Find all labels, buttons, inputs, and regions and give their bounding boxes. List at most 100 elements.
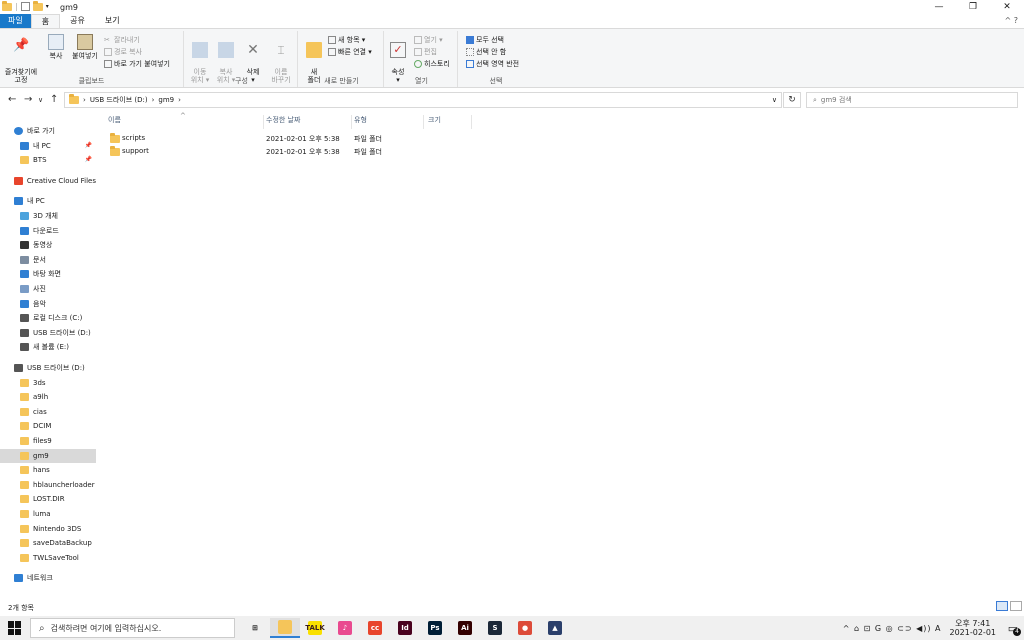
sidebar-item[interactable]: 새 볼륨 (E:) xyxy=(0,340,96,354)
notification-count: 4 xyxy=(1013,628,1021,636)
edit-button[interactable]: 편집 xyxy=(414,47,437,57)
refresh-button[interactable]: ↻ xyxy=(783,92,801,108)
maximize-button[interactable]: ❐ xyxy=(956,0,990,14)
select-none-button[interactable]: 선택 안 함 xyxy=(466,47,506,57)
sidebar-item[interactable]: 내 PC xyxy=(0,194,96,208)
sidebar-item[interactable]: 문서 xyxy=(0,253,96,267)
start-button[interactable] xyxy=(8,621,22,635)
sidebar-item-label: 바탕 화면 xyxy=(33,270,61,279)
open-button[interactable]: 열기 ▾ xyxy=(414,35,443,45)
properties-icon[interactable] xyxy=(20,2,30,11)
history-icon xyxy=(414,60,422,68)
taskbar-app-game-app[interactable]: ▲ xyxy=(540,618,570,638)
column-header-size[interactable]: 크기 xyxy=(428,115,472,129)
taskbar-app-indesign[interactable]: Id xyxy=(390,618,420,638)
taskbar-app-itunes[interactable]: ♪ xyxy=(330,618,360,638)
sidebar-item[interactable]: hans xyxy=(0,463,96,477)
minimize-button[interactable]: — xyxy=(922,0,956,14)
sidebar-item[interactable]: 3D 개체 xyxy=(0,209,96,223)
copy-path-button[interactable]: 경로 복사 xyxy=(104,47,142,57)
file-row[interactable]: scripts 2021-02-01 오후 5:38 파일 폴더 xyxy=(106,132,606,145)
column-header-type[interactable]: 유형 xyxy=(354,115,424,129)
sidebar-item-label: luma xyxy=(33,510,51,518)
clock[interactable]: 오후 7:41 2021-02-01 xyxy=(950,619,997,637)
paste-shortcut-button[interactable]: 바로 가기 붙여넣기 xyxy=(104,59,170,69)
tab-home[interactable]: 홈 xyxy=(30,14,61,28)
sidebar-item-label: hans xyxy=(33,466,50,475)
network-icon xyxy=(14,574,23,583)
select-all-button[interactable]: 모두 선택 xyxy=(466,35,504,45)
notification-center-button[interactable]: ▭ 4 xyxy=(1002,616,1024,640)
taskbar-app-photoshop[interactable]: Ps xyxy=(420,618,450,638)
group-label: 클립보드 xyxy=(78,77,105,85)
address-dropdown-button[interactable]: ∨ xyxy=(772,96,777,104)
new-folder-icon[interactable] xyxy=(32,0,43,11)
sidebar-item[interactable]: saveDataBackup xyxy=(0,536,96,550)
sidebar-item[interactable]: files9 xyxy=(0,434,96,448)
file-row[interactable]: support 2021-02-01 오후 5:38 파일 폴더 xyxy=(106,145,606,158)
taskbar-app-task-view[interactable]: ⊞ xyxy=(240,618,270,638)
usb-drive-icon xyxy=(20,328,29,337)
chevron-down-icon[interactable]: ▾ xyxy=(46,3,49,10)
sidebar-item[interactable]: DCIM xyxy=(0,419,96,433)
breadcrumb-usb-drive[interactable]: USB 드라이브 (D:) xyxy=(90,95,148,105)
sidebar-item[interactable]: 네트워크 xyxy=(0,571,96,585)
sidebar-item-label: 문서 xyxy=(33,255,46,264)
taskbar-app-steam[interactable]: S xyxy=(480,618,510,638)
sidebar-item[interactable]: 음악 xyxy=(0,297,96,311)
easy-access-button[interactable]: 빠른 연결 ▾ xyxy=(328,47,372,57)
back-button[interactable]: ← xyxy=(8,94,16,105)
taskbar-app-file-explorer[interactable] xyxy=(270,618,300,638)
large-icons-view-button[interactable] xyxy=(1010,601,1022,611)
sidebar-item[interactable]: LOST.DIR xyxy=(0,492,96,506)
column-header-name[interactable]: 이름 ^ xyxy=(108,112,264,129)
sidebar-item[interactable]: 다운로드 xyxy=(0,224,96,238)
sidebar-item[interactable]: hblauncherloader xyxy=(0,478,96,492)
forward-button[interactable]: → xyxy=(24,94,32,105)
ribbon-help[interactable]: ^ ? xyxy=(1005,16,1019,25)
copy-button[interactable]: 복사 xyxy=(44,34,68,60)
tab-file[interactable]: 파일 xyxy=(0,14,31,28)
sidebar-item[interactable]: Creative Cloud Files xyxy=(0,174,96,188)
taskbar-app-chrome[interactable]: ● xyxy=(510,618,540,638)
recent-locations-button[interactable]: ∨ xyxy=(38,96,43,104)
folder-icon xyxy=(20,553,29,562)
paste-button[interactable]: 붙여넣기 xyxy=(70,34,100,60)
tab-share[interactable]: 공유 xyxy=(60,14,95,28)
breadcrumb-gm9[interactable]: gm9 xyxy=(158,96,174,104)
tray-icons[interactable]: ^ ⌂ ⊡ G ◎ ⊂⊃ ◀)) A xyxy=(843,624,942,633)
up-button[interactable]: ↑ xyxy=(50,94,58,105)
ribbon-tabs: 파일 홈 공유 보기 ^ ? xyxy=(0,14,1024,28)
sidebar-item[interactable]: 3ds xyxy=(0,376,96,390)
sidebar-item[interactable]: USB 드라이브 (D:) xyxy=(0,361,96,375)
tab-view[interactable]: 보기 xyxy=(95,14,130,28)
close-button[interactable]: ✕ xyxy=(990,0,1024,14)
sidebar-item[interactable]: gm9 xyxy=(0,448,96,463)
sidebar-item[interactable]: USB 드라이브 (D:) xyxy=(0,326,96,340)
taskbar-search-input[interactable]: ⌕ 검색하려면 여기에 입력하십시오. xyxy=(30,618,235,638)
sidebar-item[interactable]: BTS 📌 xyxy=(0,153,96,167)
cut-button[interactable]: ✂ 잘라내기 xyxy=(104,35,140,45)
sidebar-item[interactable]: 내 PC 📌 xyxy=(0,139,96,153)
sidebar-item[interactable]: 사진 xyxy=(0,282,96,296)
group-label: 선택 xyxy=(489,77,503,85)
taskbar-app-creative-cloud[interactable]: cc xyxy=(360,618,390,638)
history-button[interactable]: 히스토리 xyxy=(414,59,450,69)
details-view-button[interactable] xyxy=(996,601,1008,611)
sidebar-item[interactable]: a9lh xyxy=(0,390,96,404)
sidebar-item[interactable]: 로컬 디스크 (C:) xyxy=(0,311,96,325)
taskbar-app-kakaotalk[interactable]: TALK xyxy=(300,618,330,638)
sidebar-item[interactable]: cias xyxy=(0,405,96,419)
sidebar-item[interactable]: TWLSaveTool xyxy=(0,551,96,565)
sidebar-item[interactable]: Nintendo 3DS xyxy=(0,522,96,536)
new-item-button[interactable]: 새 항목 ▾ xyxy=(328,35,365,45)
sidebar-item[interactable]: luma xyxy=(0,507,96,521)
search-input[interactable]: ⌕ gm9 검색 xyxy=(806,92,1018,108)
column-header-modified[interactable]: 수정한 날짜 xyxy=(266,115,352,129)
sidebar-item[interactable]: 바로 가기 xyxy=(0,124,96,138)
sidebar-item[interactable]: 바탕 화면 xyxy=(0,267,96,281)
invert-selection-button[interactable]: 선택 영역 반전 xyxy=(466,59,519,69)
sidebar-item[interactable]: 동영상 xyxy=(0,238,96,252)
address-bar[interactable]: › USB 드라이브 (D:) › gm9 › ∨ xyxy=(64,92,782,108)
taskbar-app-illustrator[interactable]: Ai xyxy=(450,618,480,638)
